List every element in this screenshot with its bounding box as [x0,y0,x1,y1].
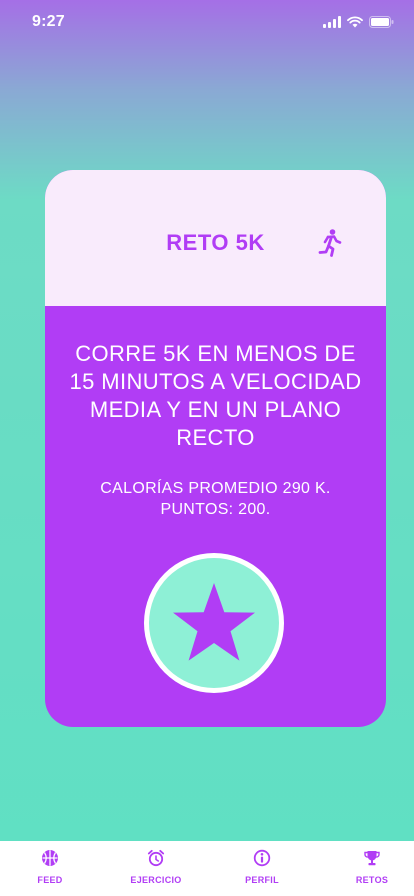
basketball-icon [42,850,58,866]
challenge-card: RETO 5K CORRE 5K EN MENOS DE 15 MINUTOS … [45,170,386,727]
tab-retos[interactable]: RETOS [327,849,414,889]
tab-feed[interactable]: FEED [5,849,95,889]
challenge-card-header: RETO 5K [45,170,386,306]
tab-ejercicio-label: EJERCICIO [130,875,182,885]
trophy-icon [364,851,380,866]
alarm-clock-icon [147,849,165,867]
tab-feed-label: FEED [37,875,63,885]
challenge-points: PUNTOS: 200. [160,501,271,518]
tab-perfil[interactable]: PERFIL [217,849,307,889]
info-circle-icon [253,849,271,867]
tab-perfil-label: PERFIL [245,875,279,885]
battery-icon [369,16,394,28]
tab-bar: FEED EJERCICIO PERFIL RETOS [0,841,414,896]
status-icons [323,15,394,29]
status-bar: 9:27 [0,0,414,44]
wifi-icon [347,16,363,28]
challenge-stats: CALORÍAS PROMEDIO 290 K. PUNTOS: 200. [65,478,366,520]
status-time: 9:27 [32,13,65,30]
challenge-calories: CALORÍAS PROMEDIO 290 K. [100,480,331,497]
challenge-description: CORRE 5K EN MENOS DE 15 MINUTOS A VELOCI… [69,341,362,450]
star-circle [149,558,279,688]
running-person-icon [318,229,342,257]
signal-icon [323,16,341,28]
tab-retos-label: RETOS [355,875,389,885]
tab-ejercicio[interactable]: EJERCICIO [111,849,201,889]
favorite-star-button[interactable] [144,553,284,693]
star-icon [173,583,255,661]
